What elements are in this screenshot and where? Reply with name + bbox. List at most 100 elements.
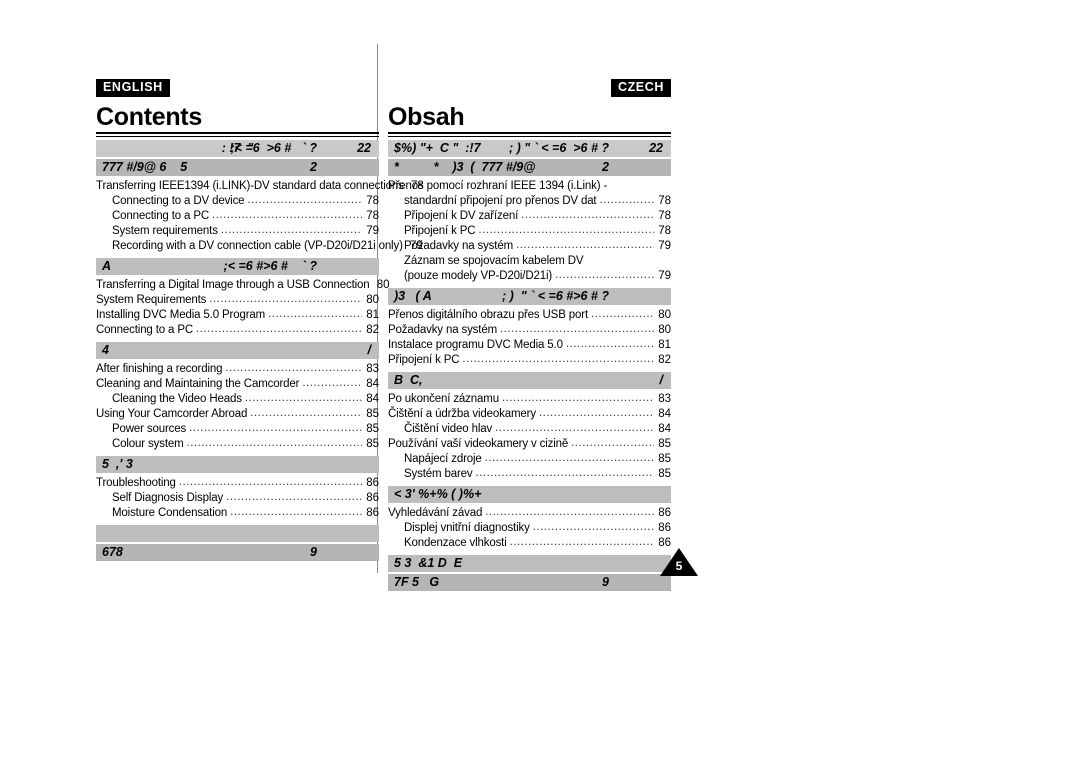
english-footer-bar-2-right: 9 [310, 545, 317, 560]
english-section-bar: 4/ [96, 342, 379, 360]
english-toc-group: Transferring a Digital Image through a U… [96, 278, 390, 338]
toc-entry[interactable]: Cleaning the Video Heads................… [96, 392, 379, 407]
toc-entry[interactable]: Troubleshooting.........................… [96, 476, 379, 491]
toc-entry[interactable]: Instalace programu DVC Media 5.0........… [388, 338, 671, 353]
toc-leader-dots: ........................................… [209, 293, 362, 306]
page-title-english: Contents [96, 103, 202, 131]
toc-entry[interactable]: Systém barev............................… [388, 467, 671, 482]
toc-entry[interactable]: System Requirements.....................… [96, 293, 379, 308]
czech-footer-bar-2: 7F 5 G 9 [388, 574, 671, 592]
toc-entry-label: Cleaning the Video Heads [112, 393, 242, 406]
toc-entry-page: 84 [658, 408, 671, 421]
czech-section-bar: B C, / [388, 372, 671, 390]
english-section-bar: 5 ,' 3 [96, 456, 379, 474]
toc-entry[interactable]: After finishing a recording.............… [96, 362, 379, 377]
toc-entry[interactable]: Colour system...........................… [96, 437, 379, 452]
english-toc-group: After finishing a recording.............… [96, 362, 379, 452]
toc-leader-dots: ........................................… [478, 224, 654, 237]
toc-entry[interactable]: Čištění video hlav......................… [388, 422, 671, 437]
toc-leader-dots: ........................................… [189, 422, 362, 435]
toc-entry-page: 86 [366, 507, 379, 520]
toc-entry[interactable]: Připojení k PC..........................… [388, 224, 671, 239]
toc-entry[interactable]: Požadavky na systém.....................… [388, 323, 671, 338]
toc-entry-page: 78 [658, 210, 671, 223]
toc-leader-dots: ........................................… [521, 209, 654, 222]
toc-entry-page: 85 [658, 453, 671, 466]
toc-entry-label: Self Diagnosis Display [112, 492, 224, 505]
toc-entry[interactable]: Připojení k PC..........................… [388, 353, 671, 368]
toc-leader-dots: ........................................… [302, 377, 362, 390]
toc-entry[interactable]: Kondenzace vlhkosti.....................… [388, 536, 671, 551]
toc-entry-label: Instalace programu DVC Media 5.0 [388, 339, 563, 352]
czech-footer-bar-2-left: 7F 5 G [394, 575, 440, 590]
english-toc-group: Transferring IEEE1394 (i.LINK)-DV standa… [96, 179, 424, 254]
toc-leader-dots: ........................................… [538, 407, 654, 420]
toc-entry-label: Napájecí zdroje [404, 453, 482, 466]
toc-entry[interactable]: Installing DVC Media 5.0 Program........… [96, 308, 379, 323]
toc-leader-dots: ........................................… [599, 194, 654, 207]
toc-entry[interactable]: Moisture Condensation...................… [96, 506, 379, 521]
czech-section-bar-left: B C, [394, 373, 423, 388]
toc-entry-label: After finishing a recording [96, 363, 223, 376]
toc-entry[interactable]: System requirements.....................… [96, 224, 379, 239]
toc-entry[interactable]: Transferring IEEE1394 (i.LINK)-DV standa… [96, 179, 424, 194]
toc-entry-page: 82 [658, 354, 671, 367]
toc-entry-page: 86 [366, 477, 379, 490]
toc-entry[interactable]: Záznam se spojovacím kabelem DV.........… [388, 254, 671, 269]
toc-entry[interactable]: Connecting to a DV device...............… [96, 194, 379, 209]
toc-entry[interactable]: Připojení k DV zařízení.................… [388, 209, 671, 224]
czech-toc-group: Po ukončení záznamu.....................… [388, 392, 671, 482]
toc-entry[interactable]: Displej vnitřní diagnostiky.............… [388, 521, 671, 536]
toc-entry[interactable]: Cleaning and Maintaining the Camcorder..… [96, 377, 379, 392]
english-section-bar-left: 5 ,' 3 [102, 457, 133, 472]
czech-section-bar-right: / [659, 373, 663, 388]
toc-leader-dots: ........................................… [532, 521, 654, 534]
toc-leader-dots: ........................................… [212, 209, 362, 222]
czech-section-bar: < 3' %+% ( )%+ [388, 486, 671, 504]
toc-entry-label: standardní připojení pro přenos DV dat [404, 195, 597, 208]
toc-leader-dots: ........................................… [220, 224, 362, 237]
czech-header-bar-1: $%) "+ C " :!7 ; ) " ` < =6 >6 # ? 22 [388, 140, 671, 158]
toc-entry[interactable]: (pouze modely VP-D20i/D21i).............… [388, 269, 671, 284]
toc-entry[interactable]: standardní připojení pro přenos DV dat..… [388, 194, 671, 209]
toc-entry[interactable]: Recording with a DV connection cable (VP… [96, 239, 423, 254]
english-section-bar-center: ;< =6 #>6 # ` ? [223, 259, 317, 274]
toc-entry-label: Připojení k PC [388, 354, 460, 367]
toc-entry[interactable]: Connecting to a PC......................… [96, 209, 379, 224]
toc-entry-label: Záznam se spojovacím kabelem DV [404, 255, 584, 268]
toc-leader-dots: ........................................… [186, 437, 362, 450]
toc-leader-dots: ........................................… [230, 506, 362, 519]
english-header-bar-1-right: 22 [357, 141, 371, 156]
toc-entry-page: 80 [366, 294, 379, 307]
czech-footer-bar-1: 5 3 &1 D E [388, 555, 671, 573]
toc-entry[interactable]: Napájecí zdroje.........................… [388, 452, 671, 467]
czech-toc-group: Vyhledávání závad.......................… [388, 506, 671, 551]
toc-entry[interactable]: Using Your Camcorder Abroad.............… [96, 407, 379, 422]
toc-entry-page: 85 [366, 438, 379, 451]
toc-entry-page: 85 [366, 408, 379, 421]
toc-entry[interactable]: Přenos pomocí rozhraní IEEE 1394 (i.Link… [388, 179, 671, 194]
toc-entry[interactable]: Používání vaší videokamery v cizině.....… [388, 437, 671, 452]
toc-leader-dots: ........................................… [500, 323, 654, 336]
title-rule-czech [388, 132, 671, 138]
toc-leader-dots: ........................................… [475, 467, 654, 480]
toc-entry[interactable]: Po ukončení záznamu.....................… [388, 392, 671, 407]
toc-entry-label: Připojení k DV zařízení [404, 210, 519, 223]
czech-section-bar: )3 ( A ; ) " ` < =6 #>6 # ? [388, 288, 671, 306]
czech-header-bar-1-left: $%) "+ C " :!7 [394, 141, 481, 156]
english-header-bar-2-right: 2 [310, 160, 317, 175]
toc-entry[interactable]: Transferring a Digital Image through a U… [96, 278, 390, 293]
toc-entry[interactable]: Čištění a údržba videokamery............… [388, 407, 671, 422]
toc-entry[interactable]: Požadavky na systém.....................… [388, 239, 671, 254]
toc-entry-page: 80 [658, 309, 671, 322]
toc-leader-dots: ........................................… [501, 392, 654, 405]
toc-leader-dots: ........................................… [268, 308, 362, 321]
toc-entry-page: 86 [658, 522, 671, 535]
toc-entry[interactable]: Self Diagnosis Display..................… [96, 491, 379, 506]
toc-entry-page: 86 [366, 492, 379, 505]
toc-entry[interactable]: Vyhledávání závad.......................… [388, 506, 671, 521]
toc-entry[interactable]: Přenos digitálního obrazu přes USB port.… [388, 308, 671, 323]
toc-entry[interactable]: Connecting to a PC......................… [96, 323, 379, 338]
czech-section-bar-left: < 3' %+% ( )%+ [394, 487, 482, 502]
toc-entry[interactable]: Power sources...........................… [96, 422, 379, 437]
